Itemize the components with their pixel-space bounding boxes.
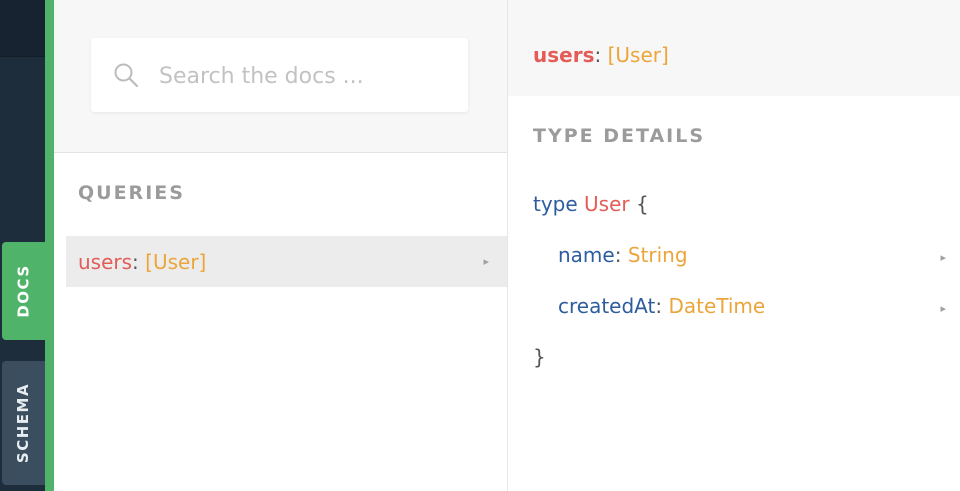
type-field-type[interactable]: DateTime bbox=[668, 294, 765, 318]
type-field-separator: : bbox=[614, 243, 628, 267]
chevron-right-icon: ▸ bbox=[940, 302, 946, 315]
detail-field-name: users bbox=[533, 43, 595, 67]
type-field-name[interactable]: createdAt bbox=[558, 294, 655, 318]
docs-explorer-panel: QUERIES users: [User] ▸ bbox=[54, 0, 508, 491]
type-detail-panel: users: [User] TYPE DETAILS type User { n… bbox=[508, 0, 960, 491]
tab-schema[interactable]: SCHEMA bbox=[2, 361, 45, 485]
queries-section-title: QUERIES bbox=[78, 182, 185, 204]
search-input[interactable] bbox=[157, 38, 461, 114]
query-field-signature: users: [User] bbox=[78, 250, 206, 274]
detail-header: users: [User] bbox=[508, 0, 960, 96]
query-field-name[interactable]: users bbox=[78, 250, 132, 274]
type-keyword: type bbox=[533, 192, 578, 216]
tab-docs[interactable]: DOCS bbox=[2, 242, 45, 340]
query-field-type[interactable]: [User] bbox=[145, 250, 206, 274]
type-field-type[interactable]: String bbox=[628, 243, 688, 267]
sidebar-topbar bbox=[0, 0, 46, 57]
tab-schema-label: SCHEMA bbox=[14, 382, 33, 464]
search-box[interactable] bbox=[91, 38, 468, 114]
type-field-separator: : bbox=[655, 294, 669, 318]
type-details-section-title: TYPE DETAILS bbox=[533, 125, 706, 147]
type-field-row[interactable]: name: String ▸ bbox=[558, 243, 960, 267]
docs-panel-accent-border bbox=[45, 0, 54, 491]
close-brace: } bbox=[533, 345, 546, 369]
query-item-users[interactable]: users: [User] ▸ bbox=[66, 236, 507, 287]
search-icon bbox=[114, 63, 139, 88]
detail-field-type[interactable]: [User] bbox=[608, 43, 669, 67]
detail-title: users: [User] bbox=[533, 43, 669, 67]
type-name: User bbox=[584, 192, 630, 216]
search-area bbox=[54, 0, 507, 153]
chevron-right-icon: ▸ bbox=[483, 255, 489, 268]
tab-docs-label: DOCS bbox=[14, 264, 33, 318]
type-field-name[interactable]: name bbox=[558, 243, 615, 267]
chevron-right-icon: ▸ bbox=[940, 251, 946, 264]
type-definition-open: type User { bbox=[533, 192, 649, 216]
detail-field-separator: : bbox=[594, 43, 608, 67]
open-brace: { bbox=[636, 192, 649, 216]
type-field-row[interactable]: createdAt: DateTime ▸ bbox=[558, 294, 960, 318]
query-field-separator: : bbox=[132, 249, 146, 274]
